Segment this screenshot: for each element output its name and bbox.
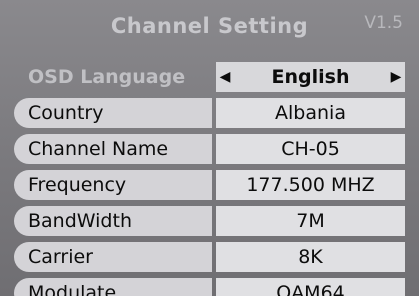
channel-setting-screen: Channel Setting V1.5 OSD Language ◀ Engl… <box>0 0 419 296</box>
setting-label: BandWidth <box>14 206 212 236</box>
page-title: Channel Setting <box>110 14 309 38</box>
setting-row-modulate[interactable]: Modulate QAM64 <box>0 278 419 296</box>
version-label: V1.5 <box>364 13 403 33</box>
title-bar: Channel Setting V1.5 <box>0 0 419 58</box>
osd-language-selector[interactable]: ◀ English ▶ <box>216 62 405 92</box>
setting-value: Albania <box>216 98 405 128</box>
setting-row-osd-language[interactable]: OSD Language ◀ English ▶ <box>0 62 419 92</box>
setting-value: 7M <box>216 206 405 236</box>
setting-value: 177.500 MHZ <box>216 170 405 200</box>
setting-row-country[interactable]: Country Albania <box>0 98 419 128</box>
setting-label: Channel Name <box>14 134 212 164</box>
setting-label: Modulate <box>14 278 212 296</box>
right-arrow-icon[interactable]: ▶ <box>389 62 403 92</box>
left-arrow-icon[interactable]: ◀ <box>218 62 232 92</box>
setting-label: OSD Language <box>28 66 186 88</box>
setting-row-carrier[interactable]: Carrier 8K <box>0 242 419 272</box>
setting-row-bandwidth[interactable]: BandWidth 7M <box>0 206 419 236</box>
setting-row-channel-name[interactable]: Channel Name CH-05 <box>0 134 419 164</box>
setting-value: 8K <box>216 242 405 272</box>
setting-label: Frequency <box>14 170 212 200</box>
setting-value: QAM64 <box>216 278 405 296</box>
setting-label: Country <box>14 98 212 128</box>
setting-label: Carrier <box>14 242 212 272</box>
setting-value: English <box>271 66 350 88</box>
setting-row-frequency[interactable]: Frequency 177.500 MHZ <box>0 170 419 200</box>
setting-value: CH-05 <box>216 134 405 164</box>
